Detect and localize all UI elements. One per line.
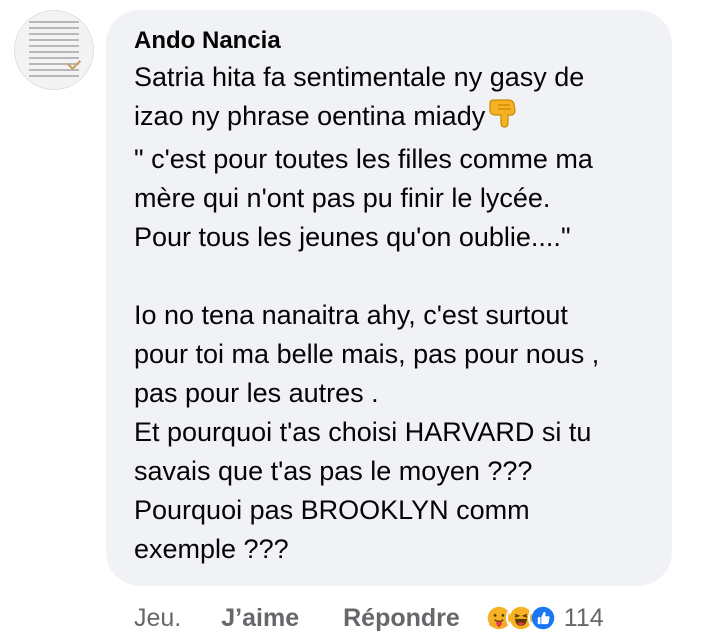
comment-timestamp[interactable]: Jeu. <box>134 604 181 633</box>
comment-line: izao ny phrase oentina miady <box>134 97 648 140</box>
comment-bubble: Ando Nancia Satria hita fa sentimentale … <box>106 10 672 586</box>
pointing-down-emoji-icon <box>486 97 520 140</box>
reactions-summary[interactable]: 114 <box>483 603 604 633</box>
comment-container: Ando Nancia Satria hita fa sentimentale … <box>0 0 720 642</box>
like-button[interactable]: J’aime <box>221 604 299 633</box>
comment-line: mère qui n'ont pas pu finir le lycée. <box>134 183 551 213</box>
comment-line: Satria hita fa sentimentale ny gasy de <box>134 62 585 92</box>
comment-line: pas pour les autres . <box>134 378 379 408</box>
comment-line: Pour tous les jeunes qu'on oublie...." <box>134 222 571 252</box>
comment-line: Io no tena nanaitra ahy, c'est surtout <box>134 300 568 330</box>
reaction-count: 114 <box>563 603 604 632</box>
comment-line: exemple ??? <box>134 534 289 564</box>
comment-line: Pourquoi pas BROOKLYN comm <box>134 495 530 525</box>
comment-author[interactable]: Ando Nancia <box>134 26 648 56</box>
comment-line: pour toi ma belle mais, pas pour nous , <box>134 339 600 369</box>
like-reaction-icon <box>527 603 558 633</box>
comment-line: Et pourquoi t'as choisi HARVARD si tu <box>134 417 592 447</box>
comment-line: savais que t'as pas le moyen ??? <box>134 456 533 486</box>
avatar-document-graphic <box>29 21 79 81</box>
comment-actions: Jeu. J’aime Répondre 114 <box>134 598 604 638</box>
comment-text: Satria hita fa sentimentale ny gasy de i… <box>134 58 648 569</box>
reply-button[interactable]: Répondre <box>343 604 460 633</box>
avatar[interactable] <box>14 10 94 90</box>
comment-line: " c'est pour toutes les filles comme ma <box>134 144 593 174</box>
